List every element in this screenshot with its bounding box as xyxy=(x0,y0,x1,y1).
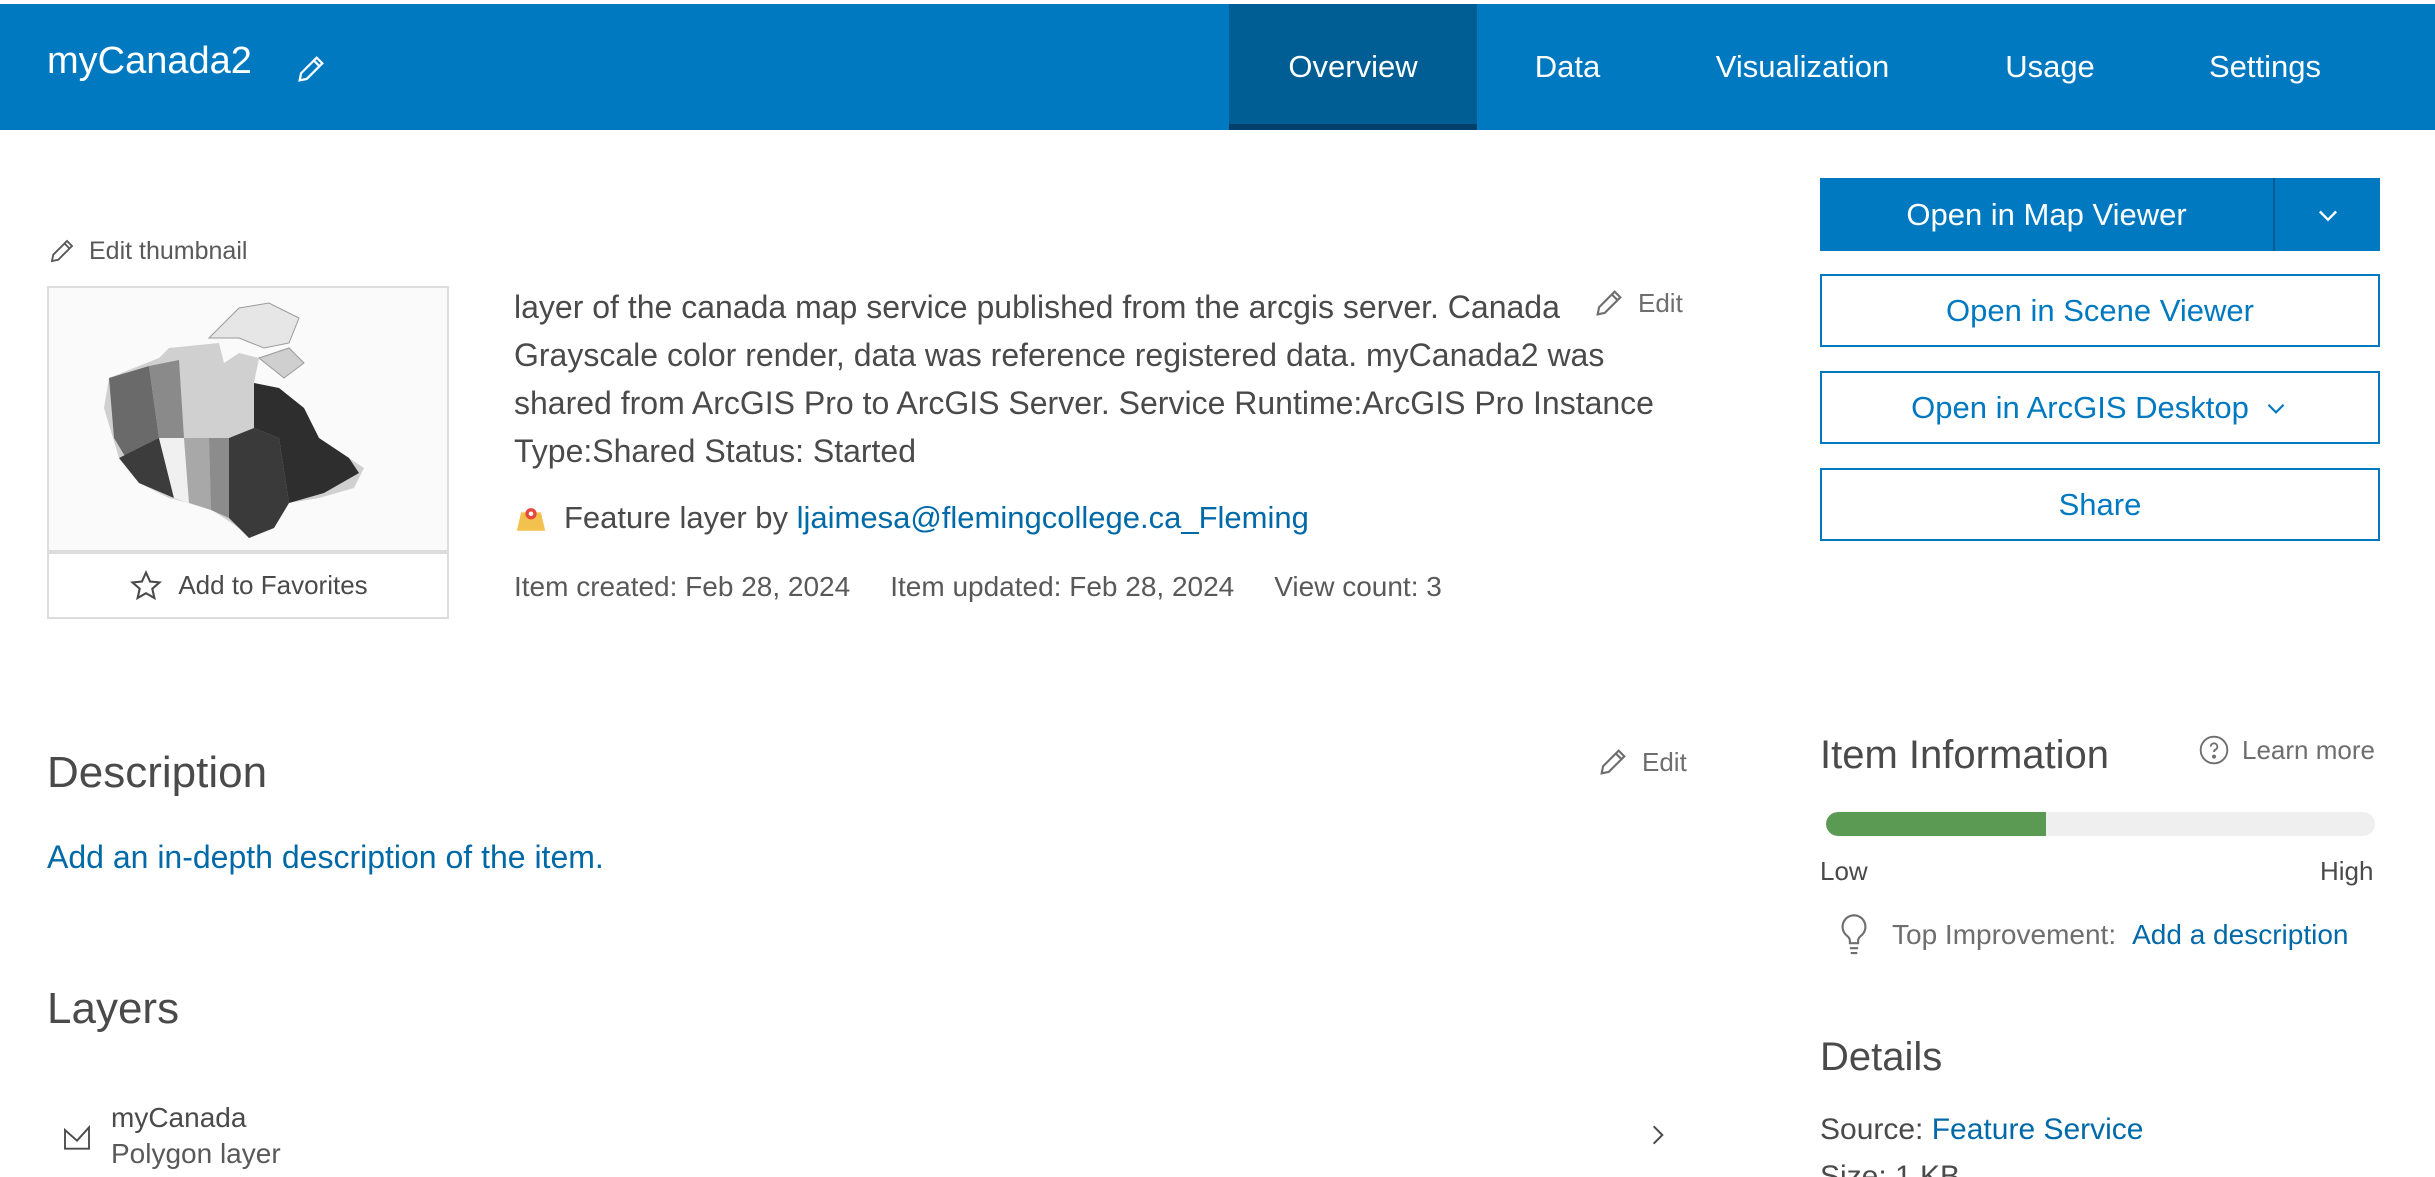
source-line: Source: Feature Service xyxy=(1820,1113,2144,1147)
item-information-meter-fill xyxy=(1826,812,2046,836)
description-heading: Description xyxy=(47,748,268,797)
layer-type: Polygon layer xyxy=(111,1138,281,1169)
map-viewer-split-button: Open in Map Viewer xyxy=(1820,178,2380,251)
canada-map-thumbnail xyxy=(104,302,364,538)
edit-summary-label: Edit xyxy=(1638,287,1683,318)
add-to-favorites-button[interactable]: Add to Favorites xyxy=(47,552,449,619)
scene-viewer-label: Open in Scene Viewer xyxy=(1946,292,2254,328)
meter-high-label: High xyxy=(2320,856,2374,886)
item-title: myCanada2 xyxy=(47,40,252,82)
share-label: Share xyxy=(2058,486,2142,522)
open-in-arcgis-desktop-button[interactable]: Open in ArcGIS Desktop xyxy=(1820,371,2380,444)
tab-usage[interactable]: Usage xyxy=(1950,4,2150,130)
edit-summary-button[interactable]: Edit xyxy=(1592,286,1683,320)
layers-heading: Layers xyxy=(47,984,180,1033)
feature-layer-icon xyxy=(516,508,546,531)
learn-more-label: Learn more xyxy=(2242,734,2375,765)
layer-row[interactable]: myCanada Polygon layer xyxy=(47,1090,1677,1170)
top-bar: myCanada2 Overview Data Visualization Us… xyxy=(0,4,2435,130)
question-icon xyxy=(2199,735,2229,765)
edit-description-button[interactable]: Edit xyxy=(1596,745,1687,779)
item-summary: layer of the canada map service publishe… xyxy=(514,289,1654,469)
arcgis-desktop-label: Open in ArcGIS Desktop xyxy=(1911,389,2249,425)
pencil-icon[interactable] xyxy=(294,52,328,86)
add-to-favorites-label: Add to Favorites xyxy=(178,570,368,600)
owner-prefix: Feature layer by xyxy=(564,500,788,535)
details-heading: Details xyxy=(1820,1035,1943,1079)
item-information-heading: Item Information xyxy=(1820,733,2110,777)
top-improvement: Top Improvement: Add a description xyxy=(1836,912,2348,958)
pencil-icon xyxy=(1596,290,1622,316)
view-count: View count: 3 xyxy=(1274,571,1442,602)
item-metadata: Item created: Feb 28, 2024 Item updated:… xyxy=(514,571,1442,603)
share-button[interactable]: Share xyxy=(1820,468,2380,541)
edit-description-label: Edit xyxy=(1642,746,1687,777)
pencil-icon xyxy=(50,239,74,263)
tab-overview[interactable]: Overview xyxy=(1229,4,1477,130)
chevron-down-icon xyxy=(2267,403,2285,414)
chevron-down-icon xyxy=(2318,210,2337,221)
edit-thumbnail-link[interactable]: Edit thumbnail xyxy=(47,236,247,266)
open-in-map-viewer-button[interactable]: Open in Map Viewer xyxy=(1820,178,2275,251)
size-line: Size: 1 KB xyxy=(1820,1160,1961,1177)
edit-thumbnail-label: Edit thumbnail xyxy=(89,236,248,265)
owner-line: Feature layer by ljaimesa@flemingcollege… xyxy=(514,500,1309,536)
pencil-icon xyxy=(1600,749,1626,775)
tab-visualization[interactable]: Visualization xyxy=(1690,4,1915,130)
learn-more-link[interactable]: Learn more xyxy=(2198,734,2375,766)
item-created: Item created: Feb 28, 2024 xyxy=(514,571,851,602)
source-link[interactable]: Feature Service xyxy=(1932,1113,2144,1146)
star-icon xyxy=(130,569,163,600)
open-in-scene-viewer-button[interactable]: Open in Scene Viewer xyxy=(1820,274,2380,347)
item-information-meter xyxy=(1826,812,2375,836)
top-improvement-label: Top Improvement: xyxy=(1892,919,2117,950)
lightbulb-icon xyxy=(1841,914,1867,955)
item-thumbnail xyxy=(47,286,449,552)
add-description-link[interactable]: Add an in-depth description of the item. xyxy=(47,839,604,876)
tab-settings[interactable]: Settings xyxy=(2185,4,2345,130)
polygon-layer-icon xyxy=(64,1124,90,1150)
meter-low-label: Low xyxy=(1820,856,1868,886)
owner-link[interactable]: ljaimesa@flemingcollege.ca_Fleming xyxy=(797,500,1309,536)
add-a-description-link[interactable]: Add a description xyxy=(2132,919,2348,951)
map-viewer-dropdown-button[interactable] xyxy=(2275,178,2380,251)
tab-data[interactable]: Data xyxy=(1490,4,1645,130)
source-label: Source: xyxy=(1820,1113,1924,1146)
chevron-right-icon xyxy=(1652,1125,1664,1145)
layer-name: myCanada xyxy=(111,1102,247,1133)
item-updated: Item updated: Feb 28, 2024 xyxy=(890,571,1235,602)
